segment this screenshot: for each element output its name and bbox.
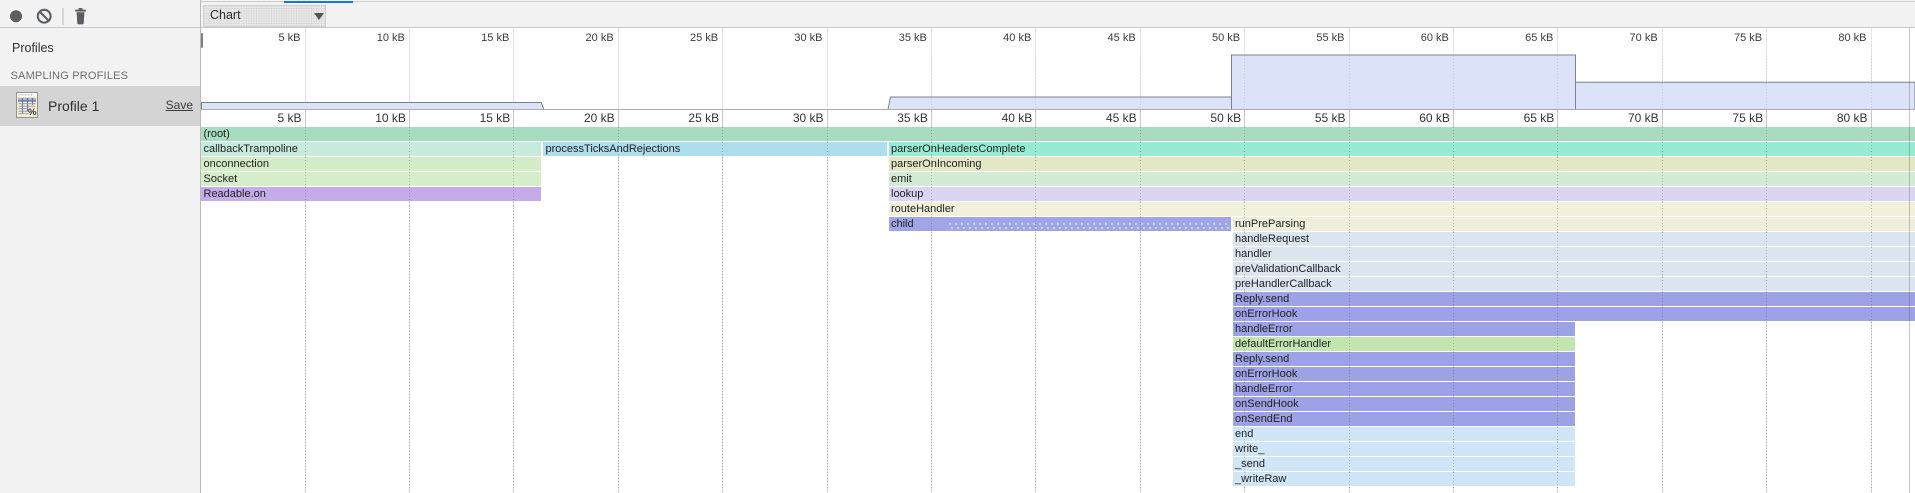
svg-text:%: %: [28, 107, 37, 118]
